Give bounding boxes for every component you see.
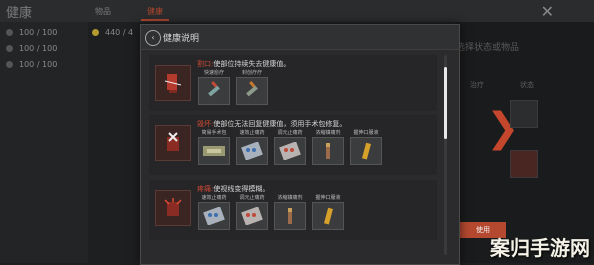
tube-icon bbox=[350, 137, 382, 165]
hint-text: 选择状态或物品 bbox=[456, 43, 520, 53]
section-heading: 毁坏:使部位无法回复健康值，须用手术包修复。 bbox=[197, 120, 347, 128]
stat-row: 100 / 100 bbox=[6, 60, 57, 69]
tab-health[interactable]: 健康 bbox=[141, 6, 169, 21]
pill-blister-icon bbox=[236, 137, 268, 165]
item-list: 快速愈疗 封创疗疗 bbox=[197, 69, 269, 105]
page-title: 健康 bbox=[6, 6, 33, 21]
top-bar bbox=[0, 0, 594, 22]
pain-torso-icon bbox=[155, 190, 191, 226]
drop-icon bbox=[6, 29, 13, 36]
section-bleeding: 割口:使部位持续失去健康值。 快速愈疗 封创疗疗 bbox=[149, 55, 437, 111]
close-icon[interactable]: ✕ bbox=[541, 2, 554, 21]
dialog-title: 健康说明 bbox=[163, 34, 200, 44]
stats-panel bbox=[0, 22, 88, 263]
item-list: 速效止痛药 调元止痛药 浓缩镇痛剂 握伸口服液 bbox=[197, 194, 345, 230]
syringe-icon bbox=[198, 77, 230, 105]
health-info-dialog: ‹ 健康说明 割口:使部位持续失去健康值。 快速愈疗 封创疗疗 毁坏:使部位无法… bbox=[140, 24, 460, 265]
item-card[interactable]: 快速愈疗 bbox=[197, 69, 231, 105]
section-destroyed: 毁坏:使部位无法回复健康值，须用手术包修复。 简易手术包 速效止痛药 调元止痛药… bbox=[149, 115, 437, 175]
tab-items[interactable]: 物品 bbox=[95, 6, 111, 21]
syringe-icon bbox=[236, 77, 268, 105]
item-card[interactable]: 浓缩镇痛剂 bbox=[311, 129, 345, 165]
drop-icon bbox=[6, 45, 13, 52]
medkit-icon[interactable] bbox=[510, 150, 538, 178]
surgery-kit-icon bbox=[198, 137, 230, 165]
dialog-header: ‹ 健康说明 bbox=[141, 25, 459, 50]
scrollbar-thumb[interactable] bbox=[444, 67, 447, 139]
tube-icon bbox=[312, 202, 344, 230]
item-card[interactable]: 调元止痛药 bbox=[235, 194, 269, 230]
tab-bar: 物品 健康 bbox=[95, 6, 169, 21]
stat-row: 100 / 100 bbox=[6, 44, 57, 53]
pill-blister-icon bbox=[236, 202, 268, 230]
stat-hp: 440 / 4 bbox=[92, 28, 133, 37]
item-card[interactable]: 封创疗疗 bbox=[235, 69, 269, 105]
pill-blister-icon bbox=[198, 202, 230, 230]
item-card[interactable]: 速效止痛药 bbox=[235, 129, 269, 165]
item-card[interactable]: 速效止痛药 bbox=[197, 194, 231, 230]
bleeding-leg-icon bbox=[155, 65, 191, 101]
item-card[interactable]: 握伸口服液 bbox=[311, 194, 345, 230]
back-icon[interactable]: ‹ bbox=[145, 30, 161, 46]
item-list: 简易手术包 速效止痛药 调元止痛药 浓缩镇痛剂 握伸口服液 bbox=[197, 129, 383, 165]
section-heading: 疼痛:使视线变得模糊。 bbox=[197, 185, 270, 193]
item-card[interactable]: 简易手术包 bbox=[197, 129, 231, 165]
column-headers: 治疗 状态 bbox=[470, 81, 534, 89]
item-card[interactable]: 握伸口服液 bbox=[349, 129, 383, 165]
section-heading: 割口:使部位持续失去健康值。 bbox=[197, 60, 291, 68]
item-card[interactable]: 浓缩镇痛剂 bbox=[273, 194, 307, 230]
syringe-icon bbox=[274, 202, 306, 230]
watermark: 案归手游网 bbox=[490, 236, 590, 260]
item-card[interactable] bbox=[510, 100, 538, 128]
section-pain: 疼痛:使视线变得模糊。 速效止痛药 调元止痛药 浓缩镇痛剂 握伸口服液 bbox=[149, 180, 437, 240]
stat-row: 100 / 100 bbox=[6, 28, 57, 37]
heart-icon bbox=[92, 29, 99, 36]
syringe-icon bbox=[312, 137, 344, 165]
destroyed-torso-icon bbox=[155, 125, 191, 161]
energy-icon bbox=[6, 61, 13, 68]
pill-blister-icon bbox=[274, 137, 306, 165]
item-card[interactable]: 调元止痛药 bbox=[273, 129, 307, 165]
